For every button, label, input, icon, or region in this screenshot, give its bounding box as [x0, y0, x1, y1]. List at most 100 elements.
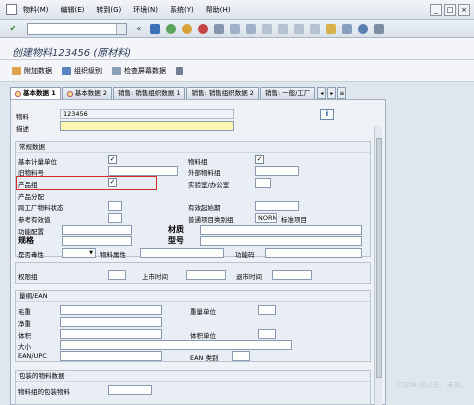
volume-unit-field[interactable]	[258, 329, 276, 339]
func-config-field[interactable]	[62, 225, 132, 235]
auth-group-label: 权限组	[18, 273, 38, 281]
tab-sales-org-2[interactable]: 销售: 销售组织数据 2	[186, 87, 259, 99]
function-code-label: 功能码	[235, 251, 255, 259]
function-code-field[interactable]	[265, 248, 362, 258]
application-toolbar: 附加数据 组织级别 检查屏幕数据	[0, 60, 474, 82]
ref-valid-field[interactable]	[108, 213, 122, 223]
valid-from-field[interactable]	[255, 201, 299, 211]
tab-status-icon	[66, 90, 73, 97]
check-screen-data-button[interactable]: 检查屏幕数据	[112, 66, 166, 76]
menu-help[interactable]: 帮助(H)	[206, 5, 231, 15]
exit-icon[interactable]	[182, 23, 192, 34]
menu-edit[interactable]: 编辑(E)	[61, 5, 85, 15]
additional-data-button[interactable]: 附加数据	[12, 66, 52, 76]
volume-label: 体积	[18, 332, 31, 340]
prev-page-icon[interactable]	[278, 23, 288, 34]
find-icon[interactable]	[230, 23, 240, 34]
base-uom-label: 基本计量单位	[18, 158, 57, 166]
menu-goto[interactable]: 转到(G)	[96, 5, 121, 15]
cancel-icon[interactable]	[198, 23, 208, 34]
lock-icon	[176, 66, 183, 75]
material-number-field: 123456	[60, 109, 234, 119]
exit-time-field[interactable]	[272, 270, 312, 280]
ref-valid-label: 参考有效值	[18, 216, 51, 224]
gen-item-cat-label: 普通项目类别组	[188, 216, 234, 224]
mat-group-pack-label: 物料组的包装物料	[18, 388, 70, 396]
tab-scroll-right-icon[interactable]: ▸	[327, 87, 337, 99]
material-attr-label: 物料属性	[100, 251, 126, 259]
ean-category-field[interactable]	[232, 351, 250, 361]
save-icon[interactable]	[150, 23, 160, 34]
menu-system[interactable]: 系统(Y)	[170, 5, 194, 15]
back-arrows-icon[interactable]: «	[134, 24, 144, 34]
volume-field[interactable]	[60, 329, 162, 339]
next-page-icon[interactable]	[294, 23, 304, 34]
ean-upc-field[interactable]	[60, 351, 162, 361]
vertical-scrollbar[interactable]	[374, 126, 382, 405]
scrollbar-thumb[interactable]	[376, 138, 382, 378]
enter-check-icon[interactable]: ✔	[8, 24, 18, 34]
size-field[interactable]	[60, 340, 292, 350]
shortcut-icon[interactable]	[342, 23, 352, 34]
minimize-icon[interactable]: _	[430, 3, 442, 16]
tab-basic-data-2[interactable]: 基本数据 2	[61, 87, 112, 99]
mat-group-pack-field[interactable]	[108, 385, 152, 395]
cross-plant-status-field[interactable]	[108, 201, 122, 211]
material-name-label: 材质	[168, 225, 184, 234]
model-field[interactable]	[200, 236, 362, 246]
last-page-icon[interactable]	[310, 23, 320, 34]
dimensions-ean-header: 量纲/EAN	[16, 291, 370, 302]
packaging-header: 包装的物料数据	[16, 371, 370, 382]
weight-unit-field[interactable]	[258, 305, 276, 315]
tab-basic-data-1[interactable]: 基本数据 1	[10, 87, 61, 99]
tab-sales-org-1[interactable]: 销售: 销售组织数据 1	[113, 87, 186, 99]
back-icon[interactable]	[166, 23, 176, 34]
tab-label: 基本数据 1	[23, 89, 56, 97]
toxicity-label: 是否毒性	[18, 251, 44, 259]
maximize-icon[interactable]: □	[444, 3, 456, 16]
ext-material-group-field[interactable]	[255, 166, 299, 176]
chevron-down-icon[interactable]: ▼	[87, 249, 95, 257]
spec-label: 规格	[18, 236, 34, 245]
org-levels-button[interactable]: 组织级别	[62, 66, 102, 76]
menu-environment[interactable]: 环境(N)	[133, 5, 158, 15]
help-icon[interactable]	[358, 23, 368, 34]
old-material-field[interactable]	[108, 166, 178, 176]
gross-weight-label: 毛重	[18, 308, 31, 316]
material-group-field[interactable]: ✓	[255, 155, 264, 164]
tab-label: 销售: 一般/工厂	[264, 89, 311, 97]
standard-toolbar: ✔ «	[0, 20, 474, 38]
material-group-label: 物料组	[188, 158, 208, 166]
valid-from-label: 有效起始期	[188, 204, 221, 212]
material-attr-field[interactable]	[140, 248, 224, 258]
close-icon[interactable]: ×	[458, 3, 470, 16]
general-data-header: 常规数据	[16, 142, 370, 153]
lab-office-field[interactable]	[255, 178, 271, 188]
new-session-icon[interactable]	[326, 23, 336, 34]
org-levels-label: 组织级别	[74, 66, 102, 75]
spec-field[interactable]	[62, 236, 132, 246]
gross-weight-field[interactable]	[60, 305, 162, 315]
material-name-field[interactable]	[200, 225, 362, 235]
first-page-icon[interactable]	[262, 23, 272, 34]
base-uom-field[interactable]: ✓	[108, 155, 117, 164]
description-field[interactable]	[60, 121, 234, 131]
lock-button[interactable]	[176, 66, 186, 75]
net-weight-field[interactable]	[60, 317, 162, 327]
tab-label: 基本数据 2	[74, 89, 107, 97]
menu-material[interactable]: 物料(M)	[23, 5, 49, 15]
find-next-icon[interactable]	[246, 23, 256, 34]
tab-scroll-left-icon[interactable]: ◂	[317, 87, 327, 99]
print-icon[interactable]	[214, 23, 224, 34]
gen-item-cat-field[interactable]: NORM	[255, 213, 277, 223]
auth-group-field[interactable]	[108, 270, 126, 280]
tab-list-icon[interactable]: ≡	[337, 87, 347, 99]
launch-time-label: 上市时间	[142, 273, 168, 281]
net-weight-label: 净重	[18, 320, 31, 328]
info-icon[interactable]: i	[320, 109, 334, 120]
tab-sales-general-plant[interactable]: 销售: 一般/工厂	[259, 87, 316, 99]
command-field[interactable]	[27, 22, 127, 35]
weight-unit-label: 重量单位	[190, 308, 216, 316]
launch-time-field[interactable]	[186, 270, 226, 280]
layout-menu-icon[interactable]	[374, 23, 384, 34]
